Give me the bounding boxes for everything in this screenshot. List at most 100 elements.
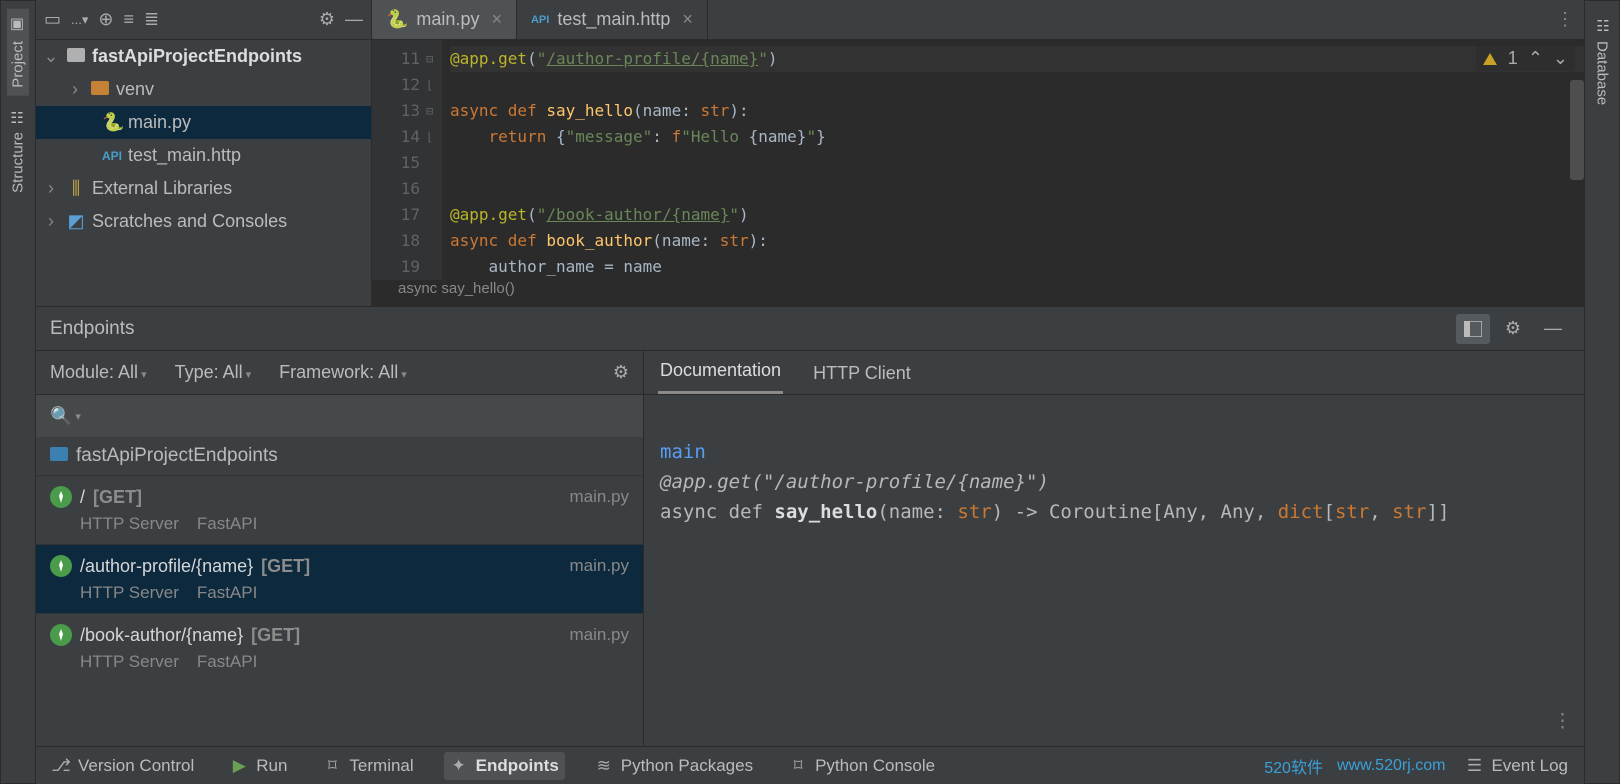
endpoints-title: Endpoints — [50, 318, 135, 340]
filter-module[interactable]: Module: All▾ — [50, 362, 147, 383]
tab-endpoints[interactable]: ✦Endpoints — [444, 752, 565, 780]
endpoints-group-header[interactable]: fastApiProjectEndpoints — [36, 437, 643, 475]
structure-label: Structure — [10, 132, 27, 193]
endpoints-list: / [GET] main.py HTTP Server FastAPI/author-… — [36, 475, 643, 746]
more-icon[interactable]: ⋮ — [1553, 706, 1572, 736]
endpoint-path: /book-author/{name} — [80, 625, 243, 646]
hide-icon[interactable]: — — [345, 9, 363, 30]
close-icon[interactable]: × — [491, 9, 502, 30]
bottom-tool-bar: ⎇Version Control ▶Run ⌑Terminal ✦Endpoin… — [36, 746, 1584, 784]
terminal-icon: ⌑ — [323, 757, 341, 775]
scratches-icon: ◩ — [66, 211, 86, 232]
branch-icon: ⎇ — [52, 757, 70, 775]
folder-icon: ▣ — [9, 17, 27, 35]
project-label: Project — [10, 41, 27, 88]
database-icon: ☷ — [1593, 17, 1611, 35]
folder-icon — [90, 79, 110, 100]
filter-type[interactable]: Type: All▾ — [175, 362, 252, 383]
endpoint-file: main.py — [569, 556, 629, 576]
group-label: fastApiProjectEndpoints — [76, 445, 278, 467]
packages-icon: ≋ — [595, 757, 613, 775]
settings-icon[interactable]: ⚙ — [319, 9, 335, 30]
chevron-right-icon[interactable]: › — [42, 178, 60, 199]
endpoint-file: main.py — [569, 487, 629, 507]
endpoint-server: HTTP Server — [80, 514, 179, 534]
structure-tool-window-tab[interactable]: Structure ☷ — [7, 100, 29, 201]
scratches-label: Scratches and Consoles — [92, 211, 287, 232]
endpoint-framework: FastAPI — [197, 652, 257, 672]
structure-icon: ☷ — [9, 108, 27, 126]
tree-file-main-py[interactable]: 🐍 main.py — [36, 106, 371, 139]
tab-terminal[interactable]: ⌑Terminal — [317, 752, 419, 780]
project-tree[interactable]: ⌄ fastApiProjectEndpoints › venv 🐍 main.… — [36, 40, 371, 306]
endpoint-path: / — [80, 487, 85, 508]
warning-icon — [1482, 51, 1498, 67]
tab-run[interactable]: ▶Run — [224, 752, 293, 780]
tree-file-test-main-http[interactable]: API test_main.http — [36, 139, 371, 172]
editor-tab-main-py[interactable]: 🐍 main.py × — [372, 0, 517, 39]
endpoint-method: [GET] — [261, 556, 310, 577]
select-opened-file-icon[interactable]: ▭ — [44, 9, 61, 30]
endpoint-icon — [50, 486, 72, 508]
chevron-right-icon[interactable]: › — [66, 79, 84, 100]
tab-python-packages[interactable]: ≋Python Packages — [589, 752, 759, 780]
endpoint-item[interactable]: / [GET]main.pyHTTP ServerFastAPI — [36, 475, 643, 544]
python-icon: ⌑ — [789, 757, 807, 775]
watermark-text: www.520rj.com — [1337, 757, 1445, 775]
tab-http-client[interactable]: HTTP Client — [811, 363, 913, 394]
endpoints-icon: ✦ — [450, 757, 468, 775]
tree-external-libraries[interactable]: › ⫼ External Libraries — [36, 172, 371, 205]
eventlog-icon: ☰ — [1465, 757, 1483, 775]
project-tool-window-tab[interactable]: Project ▣ — [7, 9, 29, 96]
fold-column[interactable]: ⊟ ⌊ ⊟ ⌊ — [426, 40, 442, 280]
database-tool-window-tab[interactable]: ☷ Database — [1591, 9, 1613, 113]
line-gutter: 11 12 13 14 15 16 17 18 19 — [372, 40, 426, 280]
venv-label: venv — [116, 79, 154, 100]
toggle-layout-button[interactable] — [1456, 314, 1490, 344]
tab-python-console[interactable]: ⌑Python Console — [783, 752, 941, 780]
endpoint-server: HTTP Server — [80, 583, 179, 603]
tab-version-control[interactable]: ⎇Version Control — [46, 752, 200, 780]
gear-icon[interactable]: ⚙ — [1496, 314, 1530, 344]
chevron-right-icon[interactable]: › — [42, 211, 60, 232]
endpoint-item[interactable]: /author-profile/{name} [GET] main.py HTTP … — [36, 544, 643, 613]
dropdown-icon[interactable]: ...▾ — [71, 12, 88, 28]
endpoint-method: [GET] — [93, 487, 142, 508]
chevron-down-icon[interactable]: ⌄ — [42, 46, 60, 67]
next-highlight-icon[interactable]: ⌄ — [1553, 48, 1568, 69]
collapse-all-icon[interactable]: ≣ — [144, 9, 159, 30]
code-editor[interactable]: 11 12 13 14 15 16 17 18 19 ⊟ ⌊ ⊟ ⌊ @app.… — [372, 40, 1584, 280]
endpoint-icon — [50, 624, 72, 646]
breadcrumb[interactable]: async say_hello() — [372, 280, 1584, 306]
tab-event-log[interactable]: ☰Event Log — [1459, 752, 1574, 780]
endpoints-search[interactable]: 🔍▾ — [36, 395, 643, 437]
more-icon[interactable]: ⋮ — [1556, 9, 1574, 30]
tree-scratches[interactable]: › ◩ Scratches and Consoles — [36, 205, 371, 238]
locate-icon[interactable]: ⊕ — [98, 9, 113, 30]
gear-icon[interactable]: ⚙ — [613, 362, 629, 383]
doc-module-link[interactable]: main — [660, 441, 706, 463]
endpoints-filter-bar: Module: All▾ Type: All▾ Framework: All▾ … — [36, 351, 643, 395]
tree-folder-venv[interactable]: › venv — [36, 73, 371, 106]
close-icon[interactable]: × — [682, 9, 693, 30]
endpoint-file: main.py — [569, 625, 629, 645]
endpoint-detail-tabs: Documentation HTTP Client — [644, 351, 1584, 395]
endpoint-method: [GET] — [251, 625, 300, 646]
tree-root[interactable]: ⌄ fastApiProjectEndpoints — [36, 40, 371, 73]
watermark-text: 520软件 — [1264, 754, 1323, 778]
inspection-widget[interactable]: 1 ⌃ ⌄ — [1476, 46, 1574, 71]
scrollbar-thumb[interactable] — [1570, 80, 1584, 180]
filter-framework[interactable]: Framework: All▾ — [279, 362, 407, 383]
tab-label: main.py — [416, 9, 479, 30]
endpoint-path: /author-profile/{name} — [80, 556, 253, 577]
prev-highlight-icon[interactable]: ⌃ — [1528, 48, 1543, 69]
tab-documentation[interactable]: Documentation — [658, 360, 783, 394]
expand-all-icon[interactable]: ≡ — [123, 9, 134, 30]
endpoint-item[interactable]: /book-author/{name} [GET]main.pyHTTP Ser… — [36, 613, 643, 682]
editor-tab-test-main-http[interactable]: API test_main.http × — [517, 0, 708, 39]
hide-icon[interactable]: — — [1536, 314, 1570, 344]
http-file-icon: API — [102, 149, 122, 163]
editor-area: 🐍 main.py × API test_main.http × ⋮ 11 12… — [372, 0, 1584, 306]
folder-icon — [66, 46, 86, 67]
code-content[interactable]: @app.get("/author-profile/{name}") async… — [442, 40, 1584, 280]
